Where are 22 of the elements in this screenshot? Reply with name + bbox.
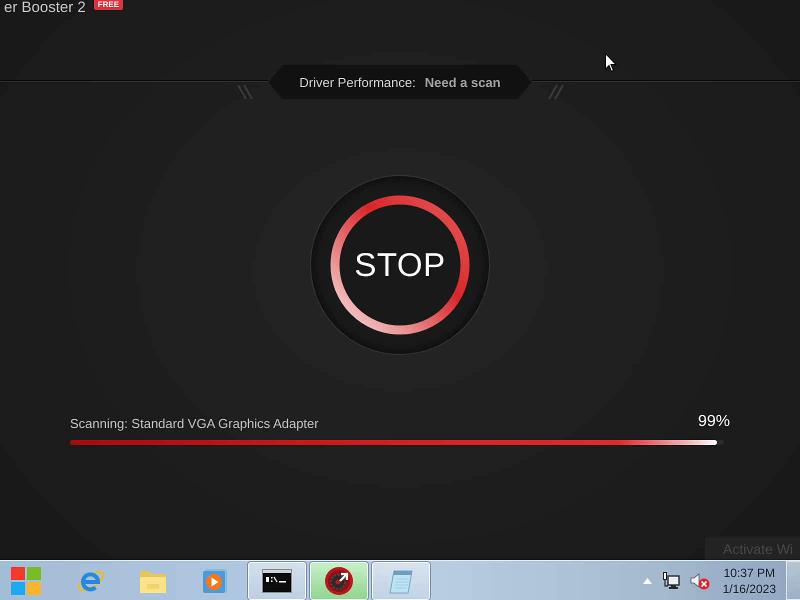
show-desktop-button[interactable] xyxy=(786,561,800,600)
spinner-ring-icon xyxy=(330,195,470,335)
terminal-icon xyxy=(262,568,292,592)
taskbar-button[interactable] xyxy=(248,562,306,600)
scan-status-text: Scanning: Standard VGA Graphics Adapter xyxy=(70,416,319,431)
media-player-icon xyxy=(201,566,229,594)
edition-badge: FREE xyxy=(94,0,124,10)
status-label: Driver Performance: xyxy=(299,74,416,90)
gear-arrow-app-icon xyxy=(324,566,354,596)
taskbar-button[interactable] xyxy=(310,562,368,600)
speaker-muted-icon[interactable] xyxy=(690,572,710,590)
scan-percent: 99% xyxy=(698,413,730,431)
status-value: Need a scan xyxy=(424,74,501,90)
windows-logo-icon xyxy=(10,566,42,596)
clock[interactable]: 10:37 PM 1/16/2023 xyxy=(718,564,780,596)
slash-stripes-icon xyxy=(546,85,566,99)
mouse-cursor-icon xyxy=(605,53,617,72)
stop-button[interactable]: STOP xyxy=(310,175,490,355)
up-triangle-icon xyxy=(642,578,652,584)
network-icon[interactable] xyxy=(662,572,680,590)
show-hidden-icons-button[interactable] xyxy=(642,578,652,584)
app-title: er Booster 2 xyxy=(4,0,86,15)
